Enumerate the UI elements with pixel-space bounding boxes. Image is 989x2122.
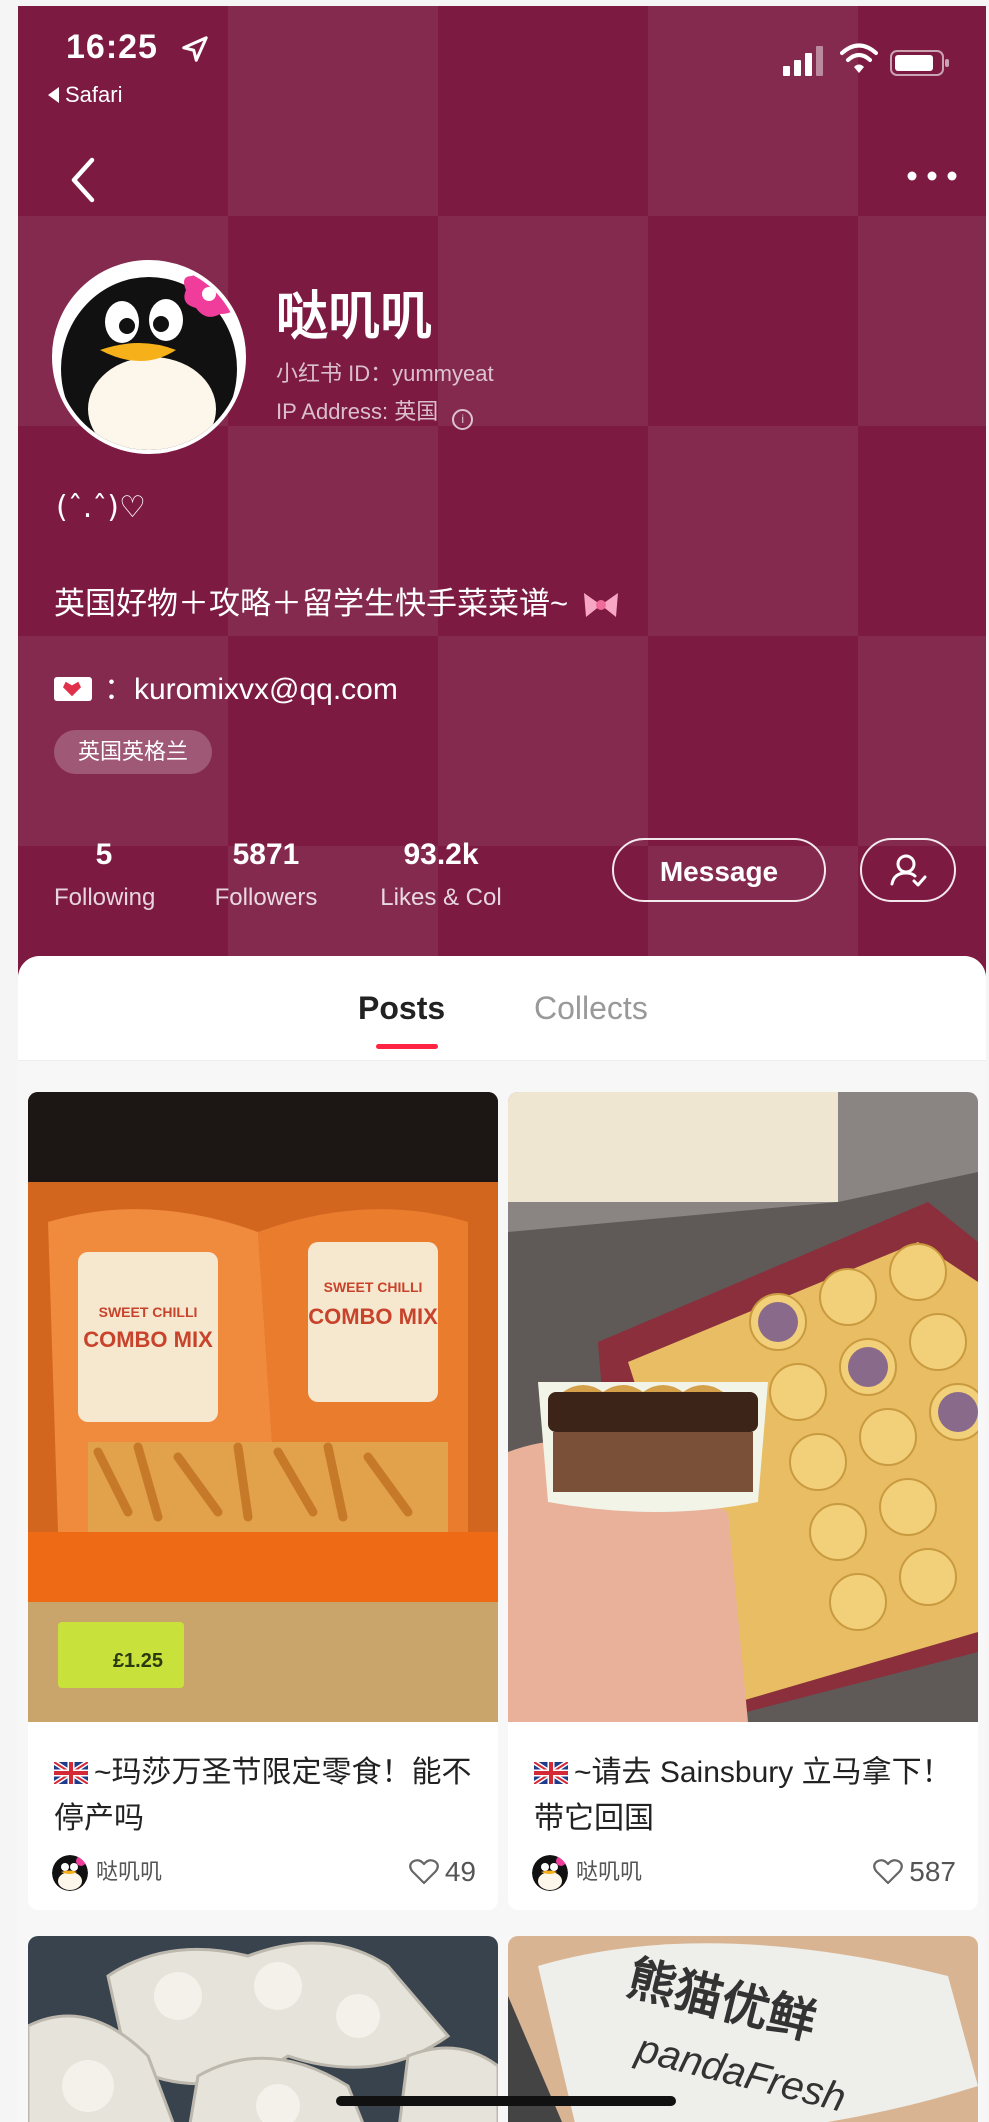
post-image-chocolate-box[interactable]: [508, 1092, 978, 1722]
heart-icon: [408, 1859, 439, 1885]
post-image-snack-bags[interactable]: SWEET CHILLI COMBO MIX SWEET CHILLI COMB…: [28, 1092, 498, 1722]
post-card[interactable]: ~请去 Sainsbury 立马拿下！带它回国 哒叽叽 587: [508, 1092, 978, 1910]
uk-flag-icon: [54, 1762, 88, 1784]
snack-label-right-2: COMBO MIX: [308, 1304, 438, 1329]
profile-bio: 英国好物＋攻略＋留学生快手菜菜谱~: [54, 578, 621, 623]
bio-kaomoji: (ˆ.ˆ)♡: [56, 490, 146, 525]
battery-icon: [890, 50, 949, 76]
profile-header: 16:25 Safari 哒叽叽 小红书 ID：yummyeat IP Addr…: [18, 6, 986, 1006]
avatar[interactable]: [52, 260, 246, 454]
ip-address: IP Address: 英国 i: [276, 394, 474, 430]
post-author[interactable]: 哒叽叽: [532, 1854, 642, 1892]
back-triangle-icon: [48, 87, 59, 103]
status-time: 16:25: [66, 28, 158, 66]
stat-followers[interactable]: 5871 Followers: [206, 838, 326, 912]
location-tag[interactable]: 英国英格兰: [54, 730, 213, 774]
back-chevron-icon[interactable]: [66, 154, 102, 206]
home-indicator[interactable]: [336, 2096, 676, 2106]
tab-collects[interactable]: Collects: [534, 990, 648, 1027]
back-to-safari[interactable]: Safari: [48, 82, 122, 108]
stat-likes-collects[interactable]: 93.2k Likes & Col: [366, 838, 516, 912]
post-title: ~请去 Sainsbury 立马拿下！带它回国: [534, 1756, 952, 1835]
follow-status-button[interactable]: [860, 838, 956, 902]
contact-email: ：kuromixvx@qq.com: [54, 664, 398, 708]
post-card[interactable]: SWEET CHILLI COMBO MIX SWEET CHILLI COMB…: [28, 1092, 498, 1910]
post-card[interactable]: 熊猫优鲜 pandaFresh: [508, 1936, 978, 2122]
post-image-pandafresh-bag[interactable]: 熊猫优鲜 pandaFresh: [508, 1936, 978, 2122]
location-arrow-icon: [182, 36, 208, 62]
post-likes[interactable]: 587: [873, 1856, 956, 1888]
active-tab-indicator: [376, 1044, 438, 1049]
post-image-plastic-molds[interactable]: [28, 1936, 498, 2122]
heart-icon: [873, 1859, 904, 1885]
price-tag: £1.25: [113, 1650, 163, 1672]
post-title: ~玛莎万圣节限定零食！能不停产吗: [54, 1756, 472, 1835]
phone-screen: 16:25 Safari 哒叽叽 小红书 ID：yummyeat IP Addr…: [18, 6, 986, 2122]
author-avatar-icon: [52, 1855, 88, 1892]
posts-section: Posts Collects SWEET CHILLI COMBO MIX SW…: [18, 956, 986, 2122]
wifi-icon: [840, 43, 878, 73]
status-bar: 16:25 Safari: [18, 6, 986, 116]
snack-label-left-2: COMBO MIX: [83, 1327, 213, 1352]
mail-heart-icon: [54, 677, 92, 701]
ribbon-bow-icon: [583, 593, 618, 617]
post-author[interactable]: 哒叽叽: [52, 1854, 162, 1892]
message-button[interactable]: Message: [612, 838, 826, 902]
info-icon[interactable]: i: [452, 409, 474, 430]
user-check-icon: [890, 854, 927, 887]
profile-name: 哒叽叽: [276, 288, 433, 346]
red-id: 小红书 ID：yummyeat: [276, 361, 494, 386]
post-likes[interactable]: 49: [408, 1856, 476, 1888]
snack-label-left: SWEET CHILLI: [99, 1304, 198, 1320]
post-card[interactable]: [28, 1936, 498, 2122]
penguin-avatar-icon: [56, 264, 242, 450]
stat-following[interactable]: 5 Following: [54, 838, 155, 912]
author-avatar-icon: [532, 1855, 568, 1892]
more-options-icon[interactable]: [902, 156, 962, 196]
tab-posts[interactable]: Posts: [358, 990, 445, 1027]
signal-icon: [783, 46, 823, 76]
snack-label-right: SWEET CHILLI: [324, 1279, 423, 1295]
tab-bar: Posts Collects: [18, 956, 986, 1061]
uk-flag-icon: [534, 1762, 568, 1784]
